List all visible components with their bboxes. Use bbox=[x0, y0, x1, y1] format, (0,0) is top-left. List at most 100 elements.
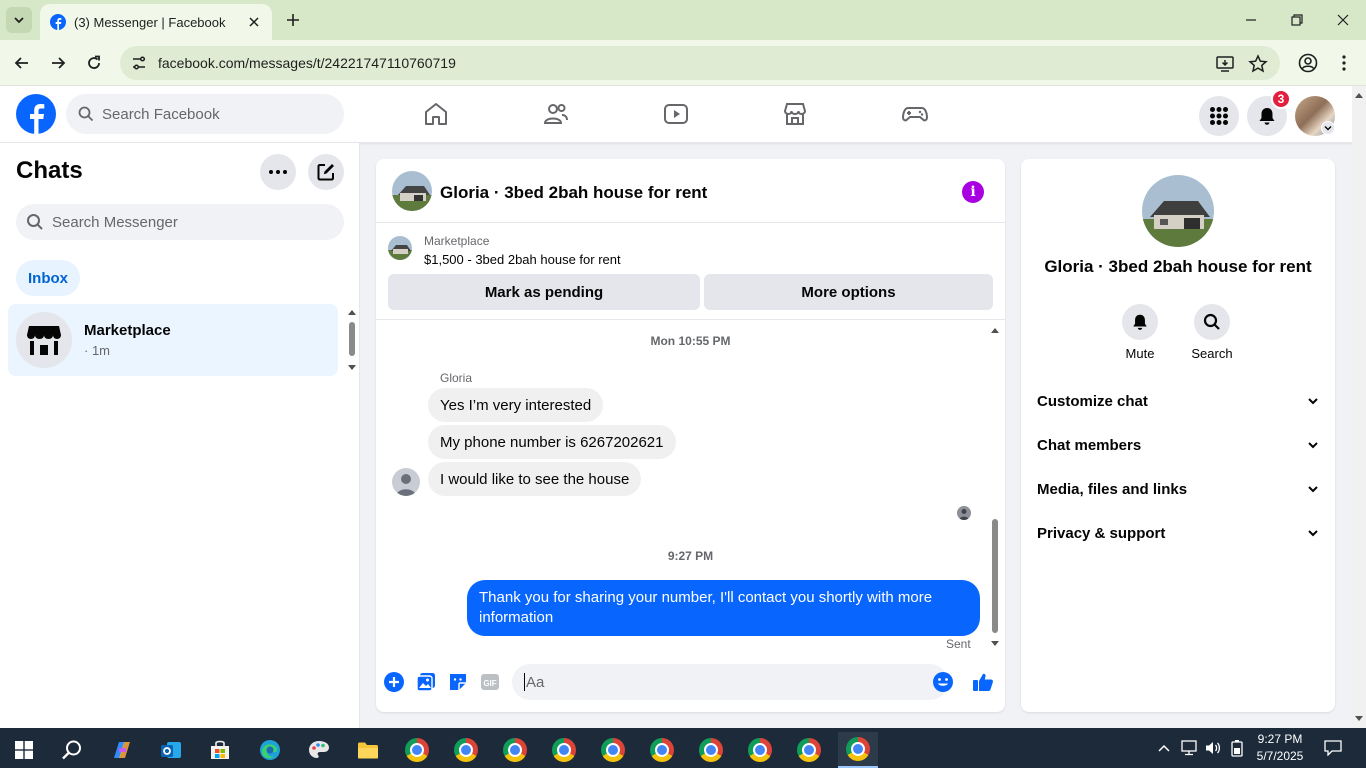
network-status[interactable] bbox=[1178, 728, 1200, 768]
notification-center-button[interactable] bbox=[1318, 728, 1348, 768]
inbox-filter-chip[interactable]: Inbox bbox=[16, 260, 80, 296]
incoming-message[interactable]: My phone number is 6267202621 bbox=[428, 425, 676, 459]
show-hidden-icons-button[interactable] bbox=[1154, 728, 1174, 768]
paint-app[interactable] bbox=[299, 732, 339, 768]
chrome-icon bbox=[552, 738, 576, 762]
new-message-button[interactable] bbox=[308, 154, 344, 190]
message-thread: Mon 10:55 PM Gloria Yes I’m very interes… bbox=[376, 321, 1005, 651]
copilot-app[interactable] bbox=[102, 732, 142, 768]
account-chevron[interactable] bbox=[1321, 121, 1335, 135]
conversation-title[interactable]: Gloria · 3bed 2bah house for rent bbox=[440, 183, 707, 203]
chrome-window-5[interactable] bbox=[593, 732, 633, 768]
chrome-window-2[interactable] bbox=[446, 732, 486, 768]
new-tab-button[interactable] bbox=[282, 9, 304, 31]
back-button[interactable] bbox=[9, 50, 35, 76]
chat-members-section[interactable]: Chat members bbox=[1029, 423, 1327, 467]
close-window-button[interactable] bbox=[1331, 8, 1355, 32]
chrome-icon bbox=[650, 738, 674, 762]
listing-thumbnail[interactable] bbox=[388, 236, 412, 260]
chrome-window-1[interactable] bbox=[397, 732, 437, 768]
menu-button[interactable] bbox=[1199, 96, 1239, 136]
section-label: Privacy & support bbox=[1037, 524, 1166, 542]
forward-button[interactable] bbox=[45, 50, 71, 76]
listing-title[interactable]: $1,500 - 3bed 2bah house for rent bbox=[424, 252, 621, 267]
outgoing-message[interactable]: Thank you for sharing your number, I'll … bbox=[467, 580, 980, 636]
system-clock[interactable]: 9:27 PM 5/7/2025 bbox=[1250, 731, 1310, 765]
friends-icon[interactable] bbox=[542, 100, 570, 128]
chrome-window-3[interactable] bbox=[495, 732, 535, 768]
mark-as-pending-button[interactable]: Mark as pending bbox=[388, 274, 700, 310]
browser-tab[interactable]: (3) Messenger | Facebook bbox=[40, 4, 272, 40]
chrome-window-8[interactable] bbox=[740, 732, 780, 768]
microsoft-store-app[interactable] bbox=[200, 732, 240, 768]
edge-app[interactable] bbox=[250, 732, 290, 768]
chevron-down-icon bbox=[1324, 126, 1332, 131]
conversation-details-panel: Gloria · 3bed 2bah house for rent Mute S… bbox=[1021, 159, 1335, 712]
sender-avatar[interactable] bbox=[392, 468, 420, 496]
photo-gallery-icon[interactable] bbox=[415, 671, 437, 693]
tab-close-icon[interactable] bbox=[246, 14, 262, 30]
privacy-support-section[interactable]: Privacy & support bbox=[1029, 511, 1327, 555]
install-app-icon[interactable] bbox=[1215, 54, 1235, 74]
gaming-icon[interactable] bbox=[901, 100, 929, 128]
chrome-window-6[interactable] bbox=[642, 732, 682, 768]
user-photo bbox=[957, 506, 971, 520]
mute-button[interactable]: Mute bbox=[1110, 304, 1170, 361]
restore-button[interactable] bbox=[1285, 8, 1309, 32]
chrome-window-9[interactable] bbox=[789, 732, 829, 768]
chat-list-scrollbar[interactable] bbox=[345, 306, 359, 374]
messenger-search-input[interactable]: Search Messenger bbox=[16, 204, 344, 240]
chat-options-button[interactable] bbox=[260, 154, 296, 190]
reload-button[interactable] bbox=[81, 50, 107, 76]
browser-tabstrip: (3) Messenger | Facebook bbox=[0, 0, 1366, 40]
chrome-window-active[interactable] bbox=[838, 732, 878, 768]
section-label: Customize chat bbox=[1037, 392, 1148, 410]
facebook-search-input[interactable]: Search Facebook bbox=[66, 94, 344, 134]
conversation-profile-photo[interactable] bbox=[1142, 175, 1214, 247]
chevron-down-icon bbox=[1308, 530, 1318, 537]
emoji-icon[interactable] bbox=[932, 671, 954, 693]
marketplace-icon[interactable] bbox=[781, 100, 809, 128]
media-files-links-section[interactable]: Media, files and links bbox=[1029, 467, 1327, 511]
paint-palette-icon bbox=[309, 741, 329, 758]
conversation-info-icon[interactable]: i bbox=[962, 181, 984, 203]
customize-chat-section[interactable]: Customize chat bbox=[1029, 379, 1327, 423]
start-button[interactable] bbox=[4, 732, 44, 768]
taskbar-search-button[interactable] bbox=[52, 732, 92, 768]
chat-list-item[interactable]: Marketplace · 1m bbox=[8, 304, 338, 376]
browser-menu-button[interactable] bbox=[1331, 50, 1357, 76]
battery-status[interactable] bbox=[1226, 728, 1248, 768]
thumbs-up-icon[interactable] bbox=[972, 671, 994, 693]
chrome-window-4[interactable] bbox=[544, 732, 584, 768]
sticker-icon[interactable] bbox=[447, 671, 469, 693]
kebab-menu-icon bbox=[1342, 55, 1346, 71]
bookmark-star-icon[interactable] bbox=[1248, 54, 1268, 74]
minimize-button[interactable] bbox=[1239, 8, 1263, 32]
tab-title: (3) Messenger | Facebook bbox=[74, 14, 226, 30]
message-input[interactable]: Aa bbox=[512, 664, 948, 700]
volume-control[interactable] bbox=[1202, 728, 1224, 768]
gif-icon[interactable]: GIF bbox=[479, 671, 501, 693]
address-bar[interactable]: facebook.com/messages/t/2422174711076071… bbox=[120, 46, 1280, 80]
thread-scrollbar[interactable] bbox=[988, 324, 1002, 650]
edge-icon bbox=[260, 740, 280, 760]
conversation-name: Gloria · 3bed 2bah house for rent bbox=[1044, 257, 1312, 276]
facebook-logo-icon[interactable] bbox=[16, 94, 56, 134]
home-icon[interactable] bbox=[422, 100, 450, 128]
watch-video-icon[interactable] bbox=[662, 100, 690, 128]
plus-circle-icon[interactable] bbox=[383, 671, 405, 693]
outlook-app[interactable] bbox=[151, 732, 191, 768]
facebook-header: Search Facebook 3 bbox=[0, 86, 1352, 143]
chrome-window-7[interactable] bbox=[691, 732, 731, 768]
site-settings-icon[interactable] bbox=[130, 54, 148, 72]
conversation-avatar[interactable] bbox=[392, 171, 432, 211]
incoming-message[interactable]: I would like to see the house bbox=[428, 462, 642, 496]
forward-arrow-icon bbox=[52, 57, 66, 69]
tab-search-button[interactable] bbox=[6, 7, 32, 33]
more-options-button[interactable]: More options bbox=[704, 274, 993, 310]
page-scrollbar[interactable] bbox=[1352, 86, 1366, 728]
incoming-message[interactable]: Yes I’m very interested bbox=[428, 388, 604, 422]
file-explorer-app[interactable] bbox=[348, 732, 388, 768]
profile-button[interactable] bbox=[1295, 50, 1321, 76]
search-conversation-button[interactable]: Search bbox=[1182, 304, 1242, 361]
